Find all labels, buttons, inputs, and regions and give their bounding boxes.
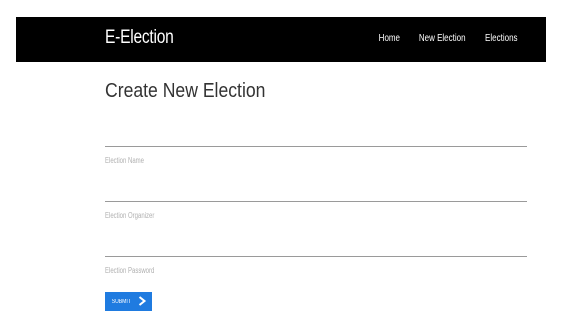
field-divider	[105, 201, 527, 202]
navbar: E-Election Home New Election Elections	[16, 17, 546, 62]
submit-button-label: SUBMIT	[111, 298, 131, 305]
nav-link-new-election[interactable]: New Election	[419, 33, 466, 44]
submit-button[interactable]: SUBMIT	[105, 292, 152, 311]
nav-link-home[interactable]: Home	[379, 33, 400, 44]
nav-link-elections[interactable]: Elections	[485, 33, 517, 44]
chevron-right-icon	[137, 295, 147, 308]
brand-logo[interactable]: E-Election	[105, 27, 174, 49]
election-password-label: Election Password	[105, 266, 155, 275]
field-divider	[105, 146, 527, 147]
nav-links: Home New Election Elections	[376, 33, 522, 44]
election-name-label: Election Name	[105, 156, 145, 165]
election-organizer-label: Election Organizer	[105, 211, 155, 220]
page-title: Create New Election	[105, 80, 266, 102]
field-divider	[105, 256, 527, 257]
